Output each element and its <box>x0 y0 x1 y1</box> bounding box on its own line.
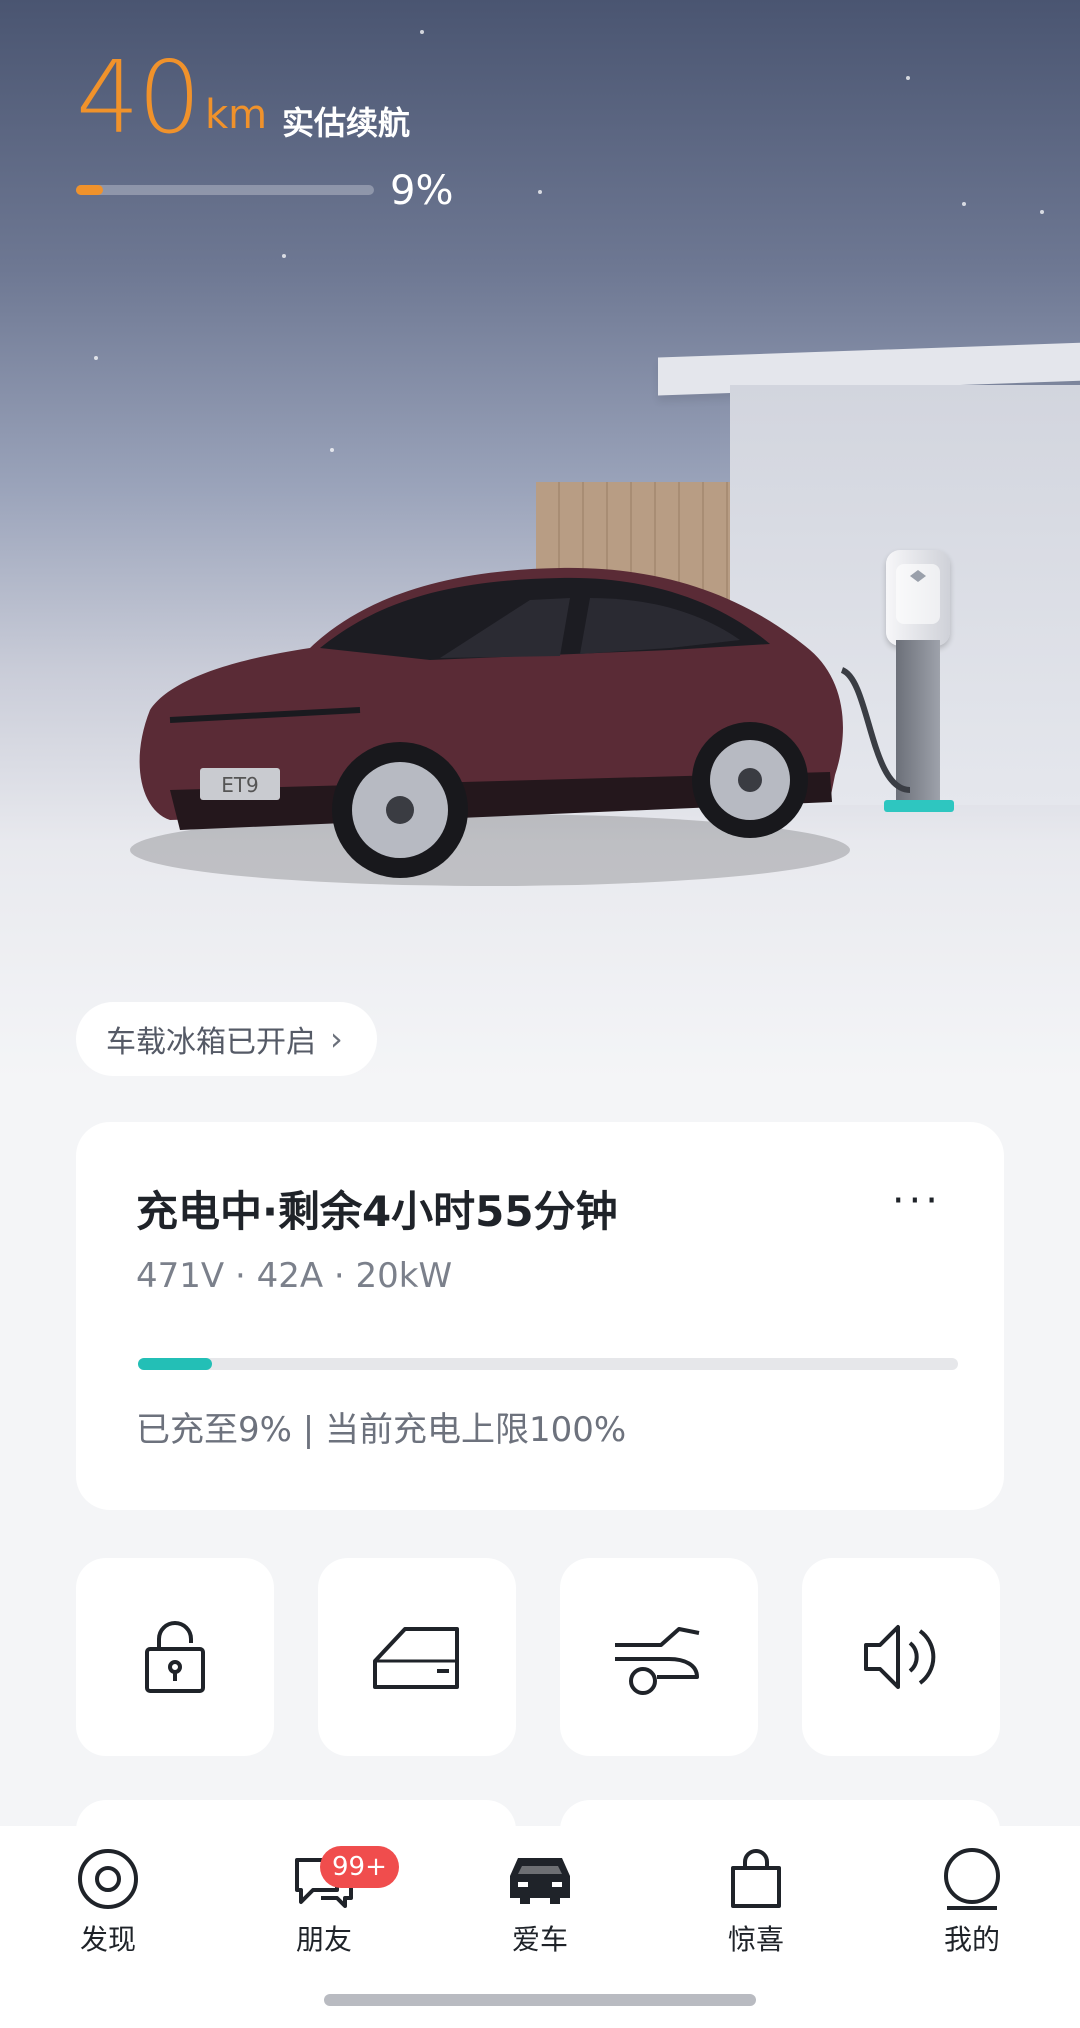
door-icon <box>373 1627 459 1689</box>
speaker-button[interactable] <box>802 1558 1000 1756</box>
battery-bar <box>76 185 374 195</box>
star-icon <box>330 448 334 452</box>
star-icon <box>906 76 910 80</box>
fridge-status-chip[interactable]: 车载冰箱已开启 › <box>76 1002 377 1076</box>
star-icon <box>420 30 424 34</box>
charging-card[interactable]: 充电中·剩余4小时55分钟 ··· 471V · 42A · 20kW 已充至9… <box>76 1122 1004 1510</box>
shopping-bag-icon <box>731 1849 781 1908</box>
trunk-button[interactable] <box>560 1558 758 1756</box>
nav-label: 惊喜 <box>727 1923 784 1956</box>
hero-scene: ET9 40 km 实估续航 9% <box>0 0 1080 1080</box>
battery-percent: 9% <box>390 168 454 214</box>
charging-progress-bar <box>138 1358 958 1370</box>
car-illustration: ET9 <box>130 567 850 886</box>
discover-icon <box>78 1849 138 1909</box>
speaker-icon <box>864 1625 936 1689</box>
nav-label: 我的 <box>943 1923 1000 1956</box>
more-options-icon[interactable]: ··· <box>892 1178 942 1224</box>
notification-badge: 99+ <box>320 1846 399 1888</box>
license-plate: ET9 <box>221 773 259 797</box>
star-icon <box>538 190 542 194</box>
lock-icon <box>145 1621 205 1693</box>
profile-icon <box>944 1848 1000 1910</box>
star-icon <box>282 254 286 258</box>
charging-title: 充电中·剩余4小时55分钟 <box>136 1187 618 1236</box>
chevron-right-icon: › <box>330 1020 343 1058</box>
nav-item-me[interactable]: 我的 <box>897 1846 1047 1958</box>
range-unit: km <box>205 92 268 138</box>
car-icon <box>510 1858 570 1904</box>
star-icon <box>962 202 966 206</box>
trunk-icon <box>615 1627 700 1695</box>
nav-label: 发现 <box>79 1923 136 1956</box>
battery-bar-fill <box>76 185 103 195</box>
star-icon <box>1040 210 1044 214</box>
charging-limit-text: 已充至9% | 当前充电上限100% <box>136 1410 627 1450</box>
charging-station <box>886 550 950 646</box>
star-icon <box>94 356 98 360</box>
nav-label: 朋友 <box>295 1923 352 1956</box>
door-button[interactable] <box>318 1558 516 1756</box>
nav-item-discover[interactable]: 发现 <box>33 1846 183 1958</box>
home-indicator[interactable] <box>324 1994 756 2006</box>
lock-button[interactable] <box>76 1558 274 1756</box>
fridge-status-label: 车载冰箱已开启 <box>106 1025 316 1060</box>
range-value: 40 <box>76 39 201 156</box>
nav-item-car[interactable]: 爱车 <box>465 1846 615 1958</box>
charging-progress-fill <box>138 1358 212 1370</box>
nav-label: 爱车 <box>511 1923 568 1956</box>
range-label: 实估续航 <box>282 104 411 142</box>
charging-specs: 471V · 42A · 20kW <box>136 1256 453 1296</box>
nav-item-surprise[interactable]: 惊喜 <box>681 1846 831 1958</box>
